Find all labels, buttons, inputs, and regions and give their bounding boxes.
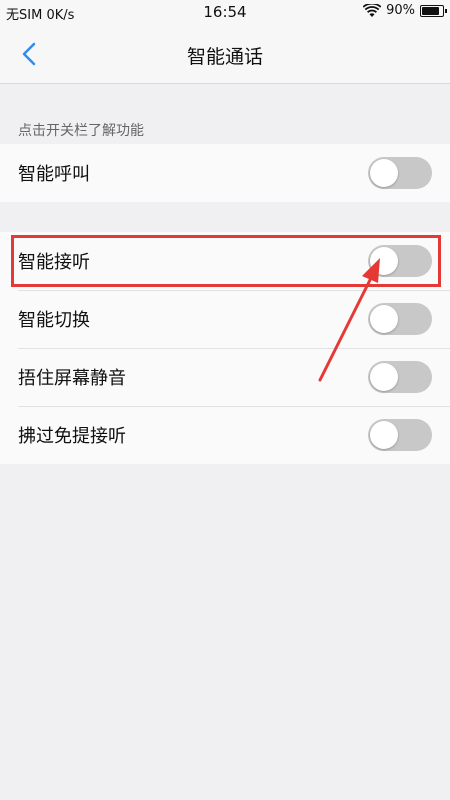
toggle-knob xyxy=(370,421,398,449)
setting-row-smart-call[interactable]: 智能呼叫 xyxy=(0,144,450,202)
page-title: 智能通话 xyxy=(186,46,263,68)
wifi-icon xyxy=(363,3,382,17)
settings-group-1: 智能呼叫 xyxy=(0,144,450,202)
smart-answer-toggle[interactable] xyxy=(368,245,432,277)
setting-label: 智能呼叫 xyxy=(18,164,90,185)
toggle-knob xyxy=(370,305,398,333)
setting-label: 拂过免提接听 xyxy=(18,426,126,447)
battery-text: 90% xyxy=(386,3,415,18)
toggle-knob xyxy=(370,159,398,187)
smart-call-toggle[interactable] xyxy=(368,157,432,189)
setting-row-cover-mute[interactable]: 捂住屏幕静音 xyxy=(0,348,450,406)
status-bar: 无SIM 0K/s 16:54 90% xyxy=(0,0,450,24)
nav-bar: 智能通话 xyxy=(0,24,450,84)
toggle-knob xyxy=(370,247,398,275)
setting-label: 智能切换 xyxy=(18,310,90,331)
section-header: 点击开关栏了解功能 xyxy=(18,123,144,139)
setting-row-smart-switch[interactable]: 智能切换 xyxy=(0,290,450,348)
cover-mute-toggle[interactable] xyxy=(368,361,432,393)
setting-row-smart-answer[interactable]: 智能接听 xyxy=(0,232,450,290)
settings-group-2: 智能接听 智能切换 捂住屏幕静音 拂过免提接听 xyxy=(0,232,450,464)
battery-icon xyxy=(420,4,447,17)
setting-row-wave-speaker[interactable]: 拂过免提接听 xyxy=(0,406,450,464)
smart-switch-toggle[interactable] xyxy=(368,303,432,335)
setting-label: 捂住屏幕静音 xyxy=(18,368,126,389)
toggle-knob xyxy=(370,363,398,391)
setting-label: 智能接听 xyxy=(18,252,90,273)
battery-level xyxy=(422,6,440,15)
wave-speaker-toggle[interactable] xyxy=(368,419,432,451)
status-right: 90% xyxy=(363,3,447,18)
